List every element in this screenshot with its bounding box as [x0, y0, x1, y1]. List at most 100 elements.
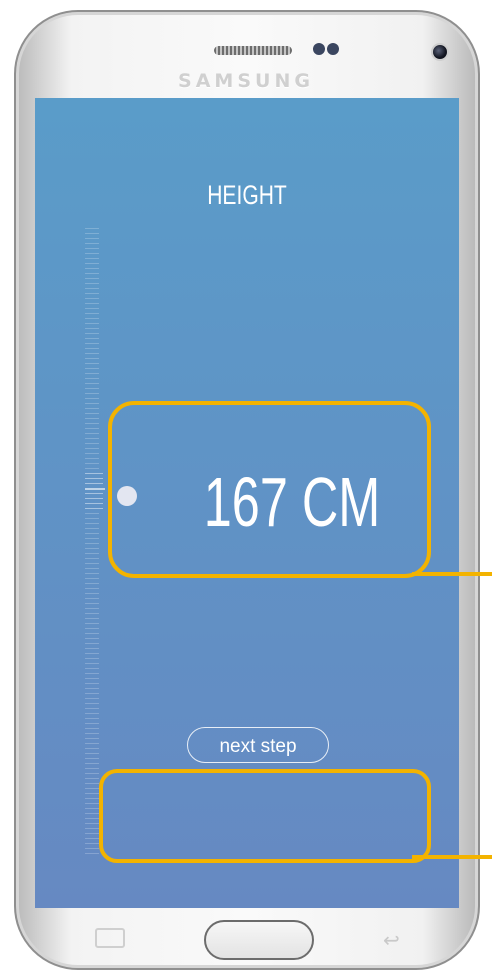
- front-camera-icon: [431, 43, 449, 61]
- recent-apps-icon[interactable]: [95, 928, 125, 948]
- ruler-tick: [85, 453, 99, 454]
- height-ruler[interactable]: [85, 228, 107, 858]
- ruler-tick: [85, 678, 99, 679]
- ruler-tick: [85, 508, 103, 509]
- next-step-button[interactable]: next step: [187, 727, 329, 763]
- ruler-tick: [85, 733, 99, 734]
- ruler-tick: [85, 458, 99, 459]
- ruler-tick: [85, 273, 99, 274]
- ruler-tick: [85, 603, 99, 604]
- ruler-tick: [85, 728, 99, 729]
- ruler-tick: [85, 548, 99, 549]
- ruler-tick: [85, 283, 99, 284]
- ruler-tick: [85, 743, 99, 744]
- ruler-tick: [85, 608, 99, 609]
- annotation-highlight-button: [99, 769, 431, 863]
- ruler-tick: [85, 258, 99, 259]
- ruler-tick: [85, 353, 99, 354]
- ruler-tick: [85, 388, 99, 389]
- ruler-tick: [85, 663, 99, 664]
- ruler-tick: [85, 238, 99, 239]
- ruler-tick: [85, 243, 99, 244]
- ruler-tick: [85, 383, 99, 384]
- ruler-tick: [85, 543, 99, 544]
- ruler-tick: [85, 688, 99, 689]
- ruler-tick: [85, 593, 99, 594]
- ruler-tick: [85, 613, 99, 614]
- brand-logo: SAMSUNG: [178, 70, 314, 92]
- ruler-tick: [85, 253, 99, 254]
- ruler-tick: [85, 838, 99, 839]
- ruler-tick: [85, 693, 99, 694]
- ruler-tick: [85, 618, 99, 619]
- ruler-tick: [85, 408, 99, 409]
- ruler-tick: [85, 308, 99, 309]
- back-icon[interactable]: ↩: [383, 928, 400, 953]
- ruler-tick: [85, 513, 99, 514]
- ruler-tick: [85, 658, 99, 659]
- ruler-tick: [85, 318, 99, 319]
- ruler-tick: [85, 598, 99, 599]
- ruler-tick: [85, 833, 99, 834]
- ruler-tick: [85, 448, 99, 449]
- ruler-tick: [85, 738, 99, 739]
- ruler-tick: [85, 398, 99, 399]
- page-title: HEIGHT: [207, 180, 287, 210]
- ruler-tick: [85, 778, 99, 779]
- annotation-connector: [412, 572, 492, 576]
- ruler-tick: [85, 633, 99, 634]
- ruler-tick: [85, 323, 99, 324]
- ruler-tick: [85, 233, 99, 234]
- ruler-tick: [85, 263, 99, 264]
- ruler-tick: [85, 468, 99, 469]
- ruler-tick: [85, 683, 99, 684]
- sensor-dot: [313, 43, 325, 55]
- proximity-sensors: [313, 43, 353, 57]
- ruler-tick: [85, 623, 99, 624]
- ruler-tick: [85, 843, 99, 844]
- ruler-tick: [85, 763, 99, 764]
- sensor-dot: [327, 43, 339, 55]
- ruler-tick: [85, 428, 99, 429]
- ruler-tick: [85, 803, 99, 804]
- ruler-tick: [85, 848, 99, 849]
- ruler-tick: [85, 478, 103, 479]
- ruler-tick: [85, 463, 99, 464]
- ruler-tick: [85, 558, 99, 559]
- ruler-tick: [85, 523, 99, 524]
- ruler-tick: [85, 313, 99, 314]
- ruler-tick: [85, 748, 99, 749]
- ruler-tick: [85, 653, 99, 654]
- ruler-tick: [85, 293, 99, 294]
- ruler-tick: [85, 698, 99, 699]
- ruler-tick: [85, 793, 99, 794]
- ruler-tick: [85, 288, 99, 289]
- ruler-tick: [85, 363, 99, 364]
- ruler-tick: [85, 268, 99, 269]
- ruler-tick: [85, 553, 99, 554]
- ruler-tick: [85, 373, 99, 374]
- ruler-tick: [85, 438, 99, 439]
- ruler-tick: [85, 298, 99, 299]
- annotation-highlight-value: [108, 401, 431, 578]
- ruler-tick: [85, 403, 99, 404]
- ruler-tick: [85, 343, 99, 344]
- ruler-tick: [85, 628, 99, 629]
- annotation-connector: [412, 855, 492, 859]
- ruler-tick: [85, 648, 99, 649]
- ruler-tick: [85, 668, 99, 669]
- ruler-tick: [85, 643, 99, 644]
- ruler-tick: [85, 303, 99, 304]
- ruler-tick: [85, 828, 99, 829]
- ruler-tick: [85, 673, 99, 674]
- ruler-tick: [85, 718, 99, 719]
- ruler-tick: [85, 753, 99, 754]
- home-button[interactable]: [204, 920, 314, 960]
- ruler-tick: [85, 423, 99, 424]
- ruler-tick: [85, 328, 99, 329]
- ruler-tick: [85, 503, 103, 504]
- ruler-tick: [85, 723, 99, 724]
- earpiece-speaker: [214, 46, 292, 55]
- ruler-tick: [85, 433, 99, 434]
- ruler-tick: [85, 788, 99, 789]
